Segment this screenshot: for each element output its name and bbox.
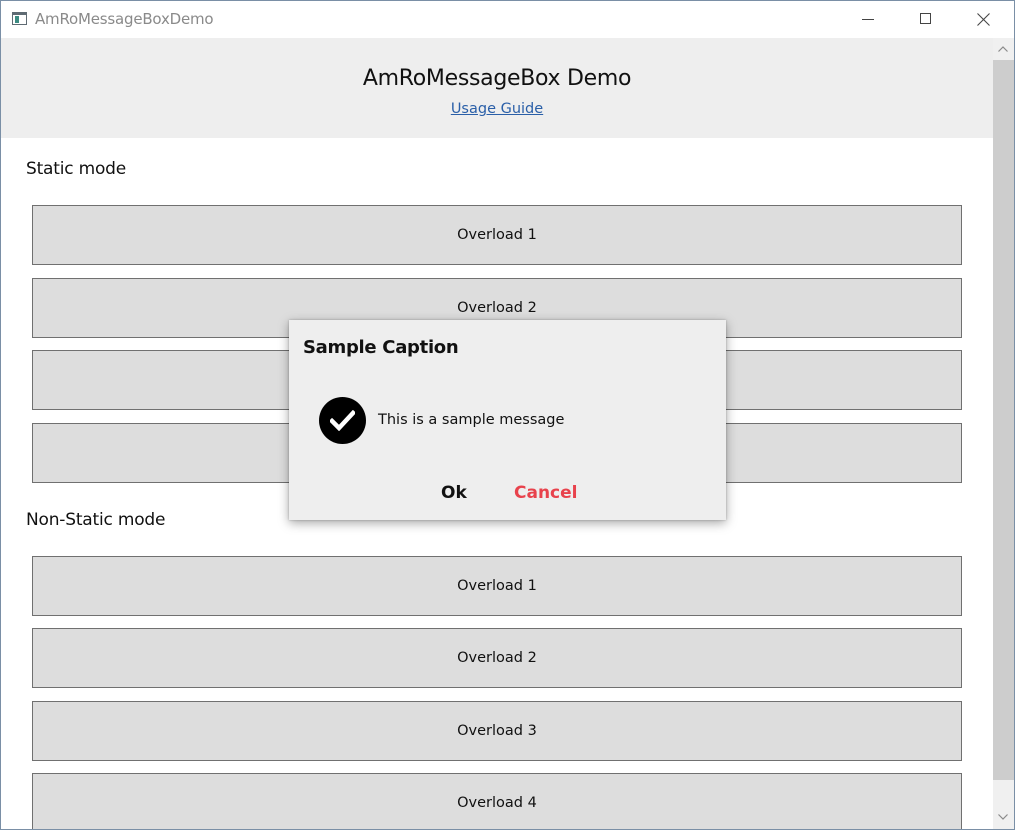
maximize-icon [920, 13, 931, 24]
message-box-dialog: Sample Caption This is a sample message … [289, 320, 726, 520]
non-static-overload-1-button[interactable]: Overload 1 [32, 556, 962, 616]
check-circle-icon [319, 397, 366, 444]
app-icon [12, 12, 27, 25]
cancel-button[interactable]: Cancel [514, 483, 577, 503]
maximize-button[interactable] [897, 1, 955, 38]
minimize-icon [862, 19, 874, 20]
ok-button[interactable]: Ok [441, 483, 467, 503]
header-panel: AmRoMessageBox Demo Usage Guide [1, 38, 993, 138]
vertical-scrollbar[interactable] [993, 38, 1014, 829]
chevron-up-icon [998, 46, 1008, 52]
non-static-mode-title: Non-Static mode [26, 510, 166, 530]
title-bar[interactable]: AmRoMessageBoxDemo [1, 1, 1014, 38]
non-static-overload-3-button[interactable]: Overload 3 [32, 701, 962, 761]
usage-guide-link[interactable]: Usage Guide [451, 101, 543, 117]
non-static-overload-2-button[interactable]: Overload 2 [32, 628, 962, 688]
minimize-button[interactable] [839, 1, 897, 38]
close-icon [977, 13, 990, 26]
scroll-down-button[interactable] [993, 808, 1014, 829]
close-button[interactable] [955, 1, 1013, 38]
dialog-caption: Sample Caption [303, 337, 459, 358]
non-static-overload-4-button[interactable]: Overload 4 [32, 773, 962, 829]
window-title: AmRoMessageBoxDemo [35, 10, 214, 28]
scroll-thumb[interactable] [993, 60, 1014, 780]
scroll-up-button[interactable] [993, 40, 1014, 61]
page-title: AmRoMessageBox Demo [362, 66, 632, 91]
static-mode-title: Static mode [26, 159, 127, 179]
dialog-message: This is a sample message [378, 412, 565, 428]
checkmark-icon [330, 410, 355, 431]
app-window: AmRoMessageBoxDemo AmRoMessageBox Demo U… [0, 0, 1015, 830]
static-overload-1-button[interactable]: Overload 1 [32, 205, 962, 265]
chevron-down-icon [998, 814, 1008, 820]
